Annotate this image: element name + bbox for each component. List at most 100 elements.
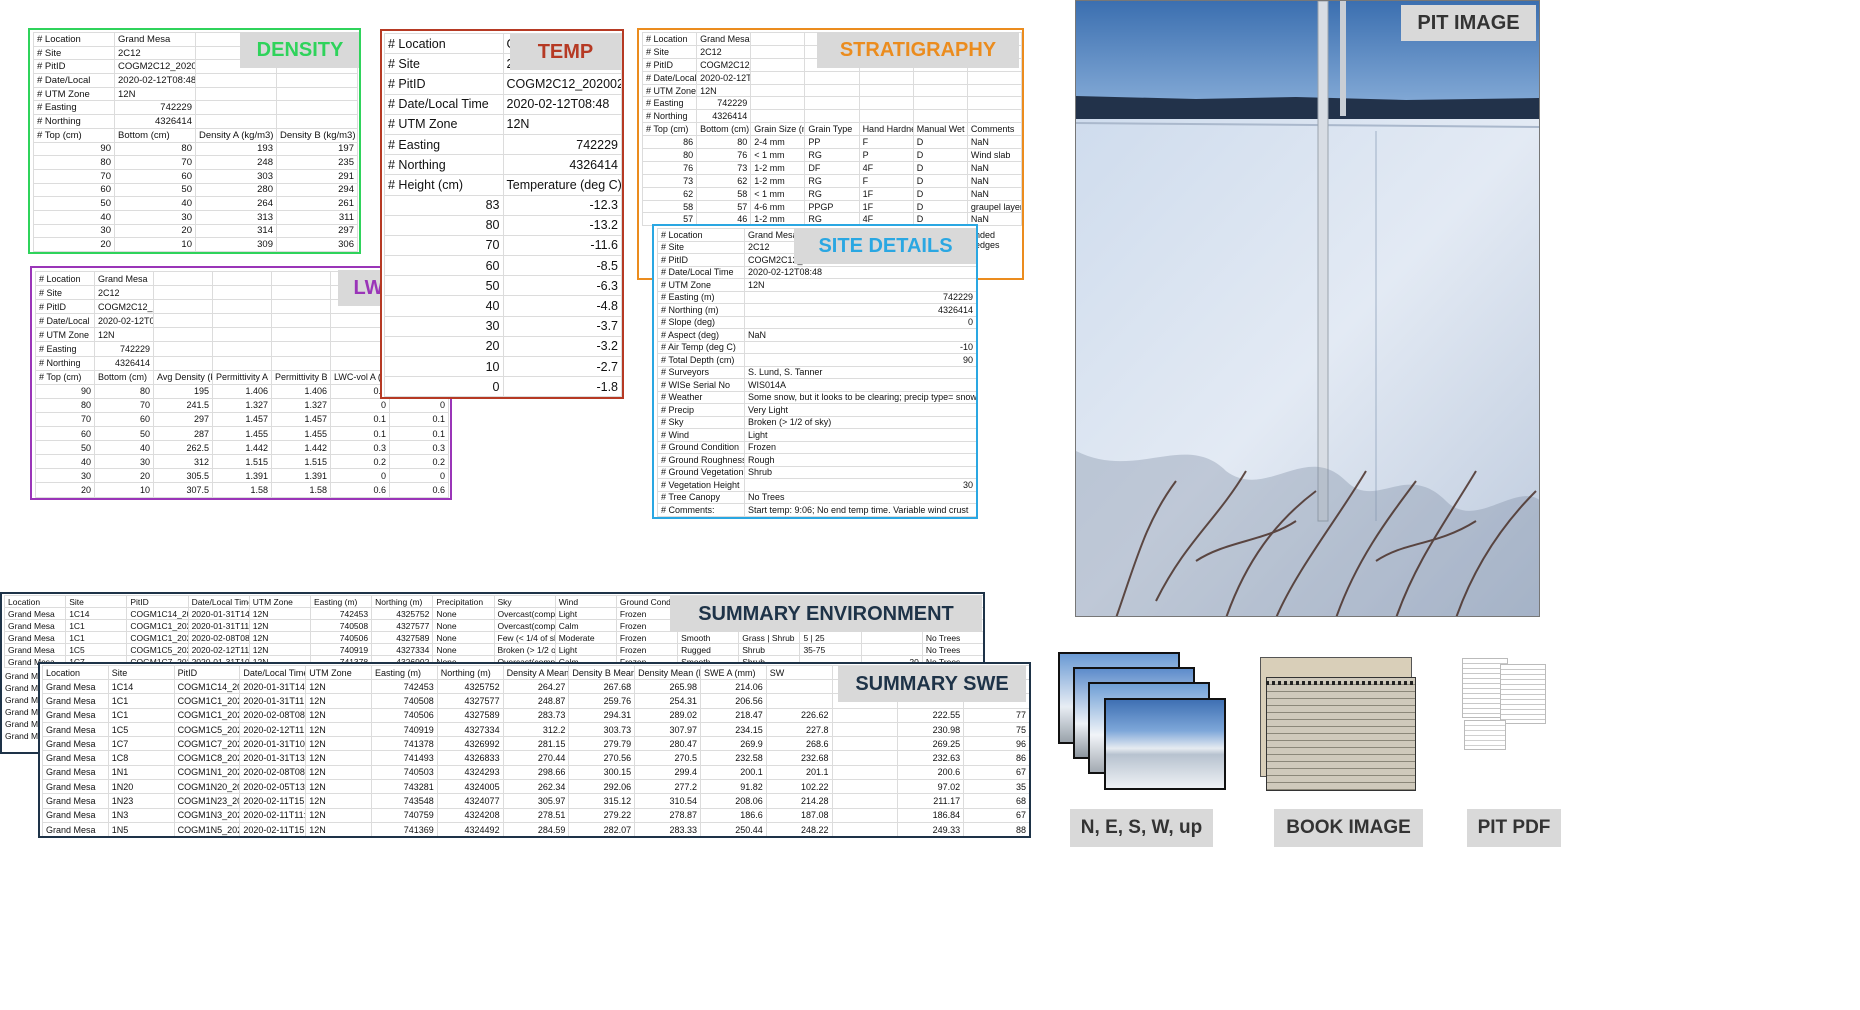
table-cell: 281.15: [502, 736, 570, 752]
empty-cell: [966, 83, 1022, 98]
table-cell: 20: [114, 223, 196, 239]
table-cell: Grand Mesa: [42, 693, 109, 709]
table-cell: COGM1C5_20200212: [173, 721, 241, 738]
table-cell: 2020-01-31T11:07: [187, 619, 250, 632]
table-cell: 261: [276, 196, 358, 211]
table-cell: 4324005: [436, 779, 504, 795]
table-cell: -6.3: [502, 275, 622, 297]
header-cell: Grand Mesa: [696, 32, 752, 46]
table-cell: 2020-02-11T15:50: [239, 793, 307, 809]
table-cell: 287: [153, 426, 213, 442]
table-cell: D: [912, 199, 968, 214]
empty-cell: [212, 313, 272, 329]
table-row: Grand Mesa1N23COGM1N23_202002112020-02-1…: [42, 793, 1029, 809]
table-cell: F: [858, 173, 914, 188]
column-header: UTM Zone: [248, 595, 311, 608]
table-cell: 305.5: [153, 468, 213, 484]
table-cell: 0.1: [330, 411, 390, 428]
table-cell: 277.2: [634, 779, 701, 795]
table-cell: 77: [963, 707, 1029, 723]
column-header: Density B (kg/m3): [276, 127, 358, 143]
empty-cell: [195, 73, 277, 88]
table-cell: 70: [114, 155, 196, 170]
density-panel: # Location Grand Mesa # Site 2C12 # PitID COG…: [28, 28, 361, 254]
stratigraphy-title: STRATIGRAPHY: [817, 32, 1019, 68]
table-cell: 20: [33, 237, 115, 252]
column-header: Site: [65, 595, 128, 608]
table-cell: COGM1N5_20200211: [173, 821, 241, 836]
table-cell: Grand Mesa: [3, 607, 67, 620]
header-cell: Temperature (deg C): [502, 174, 622, 196]
table-cell: Rugged: [677, 643, 740, 656]
table-cell: 270.44: [502, 750, 570, 766]
table-cell: 90: [33, 141, 115, 157]
column-header: PitID: [126, 595, 189, 608]
table-cell: 267.68: [568, 678, 636, 695]
site-detail-row: # Vegetation Height 30: [657, 478, 976, 492]
table-cell: 4326992: [436, 736, 504, 752]
header-cell: COGM2C12_20200212: [94, 299, 154, 315]
table-row: 30 20 314 297: [33, 223, 358, 239]
table-cell: 227.8: [765, 721, 833, 738]
table-cell: 1.457: [212, 411, 272, 428]
table-cell: None: [432, 631, 495, 644]
table-cell: 740919: [309, 643, 373, 656]
table-cell: 1.406: [212, 383, 272, 399]
empty-cell: [271, 327, 331, 343]
table-row: 50 40 264 261: [33, 196, 358, 211]
table-cell: 76: [696, 148, 752, 162]
table-cell: 1.58: [271, 482, 331, 498]
table-cell: 40: [33, 209, 115, 225]
table-row: 40 30 313 311: [33, 209, 358, 225]
empty-cell: [271, 341, 331, 357]
table-row: 0 -1.8: [384, 376, 622, 397]
table-cell: Grand Mesa: [42, 779, 109, 795]
table-cell: 12N: [248, 643, 311, 656]
table-cell: 743281: [370, 779, 438, 795]
column-header-row: # Top (cm) Bottom (cm) Density A (kg/m3) De…: [33, 127, 358, 143]
table-cell: COGM1C5_20200212: [126, 643, 189, 656]
table-cell: COGM1C1_20200131: [126, 619, 189, 632]
empty-cell: [153, 299, 213, 315]
table-cell: 12N: [248, 619, 311, 632]
header-row: # Height (cm) Temperature (deg C): [384, 174, 622, 196]
table-cell: 740508: [370, 693, 438, 709]
table-cell: 0: [384, 376, 504, 397]
table-cell: 4F: [858, 160, 914, 175]
table-cell: [831, 821, 899, 836]
table-cell: COGM1N23_20200211: [173, 793, 241, 809]
header-cell: # Easting: [35, 341, 95, 357]
header-cell: 12N: [502, 113, 622, 135]
site-detail-value: 4326414: [744, 303, 976, 317]
table-cell: 12N: [305, 821, 372, 836]
table-row: 40 -4.8: [384, 295, 622, 317]
table-row: 80 -13.2: [384, 214, 622, 236]
empty-cell: [195, 100, 277, 116]
table-cell: 40: [35, 454, 95, 470]
table-cell: 4325752: [371, 607, 434, 620]
table-cell: 1.391: [212, 468, 272, 484]
table-cell: 248.22: [765, 821, 833, 836]
table-cell: 200.6: [897, 764, 965, 781]
table-cell: 73: [696, 160, 752, 175]
table-cell: 2020-02-08T08:30: [239, 707, 307, 723]
table-cell: COGM1C14_20200131: [173, 678, 241, 695]
column-header: Density Mean (kg/m^3): [634, 665, 701, 680]
table-row: 90 80 193 197: [33, 141, 358, 157]
empty-cell: [912, 96, 968, 111]
header-cell: # Location: [641, 32, 698, 46]
table-cell: None: [432, 643, 495, 656]
site-detail-key: # WISe Serial No: [657, 378, 745, 392]
table-cell: COGM1N1_20200208: [173, 764, 241, 781]
table-cell: [831, 736, 899, 752]
table-cell: 282.07: [568, 821, 636, 836]
site-detail-value: 0: [744, 315, 976, 329]
table-row: 70 60 303 291: [33, 168, 358, 184]
table-cell: 4327577: [371, 619, 434, 632]
empty-cell: [966, 70, 1022, 85]
empty-cell: [750, 109, 806, 124]
table-row: 50 -6.3: [384, 275, 622, 297]
table-cell: 0: [330, 468, 390, 484]
site-details-title: SITE DETAILS: [794, 228, 976, 264]
column-header: SW: [765, 665, 833, 680]
